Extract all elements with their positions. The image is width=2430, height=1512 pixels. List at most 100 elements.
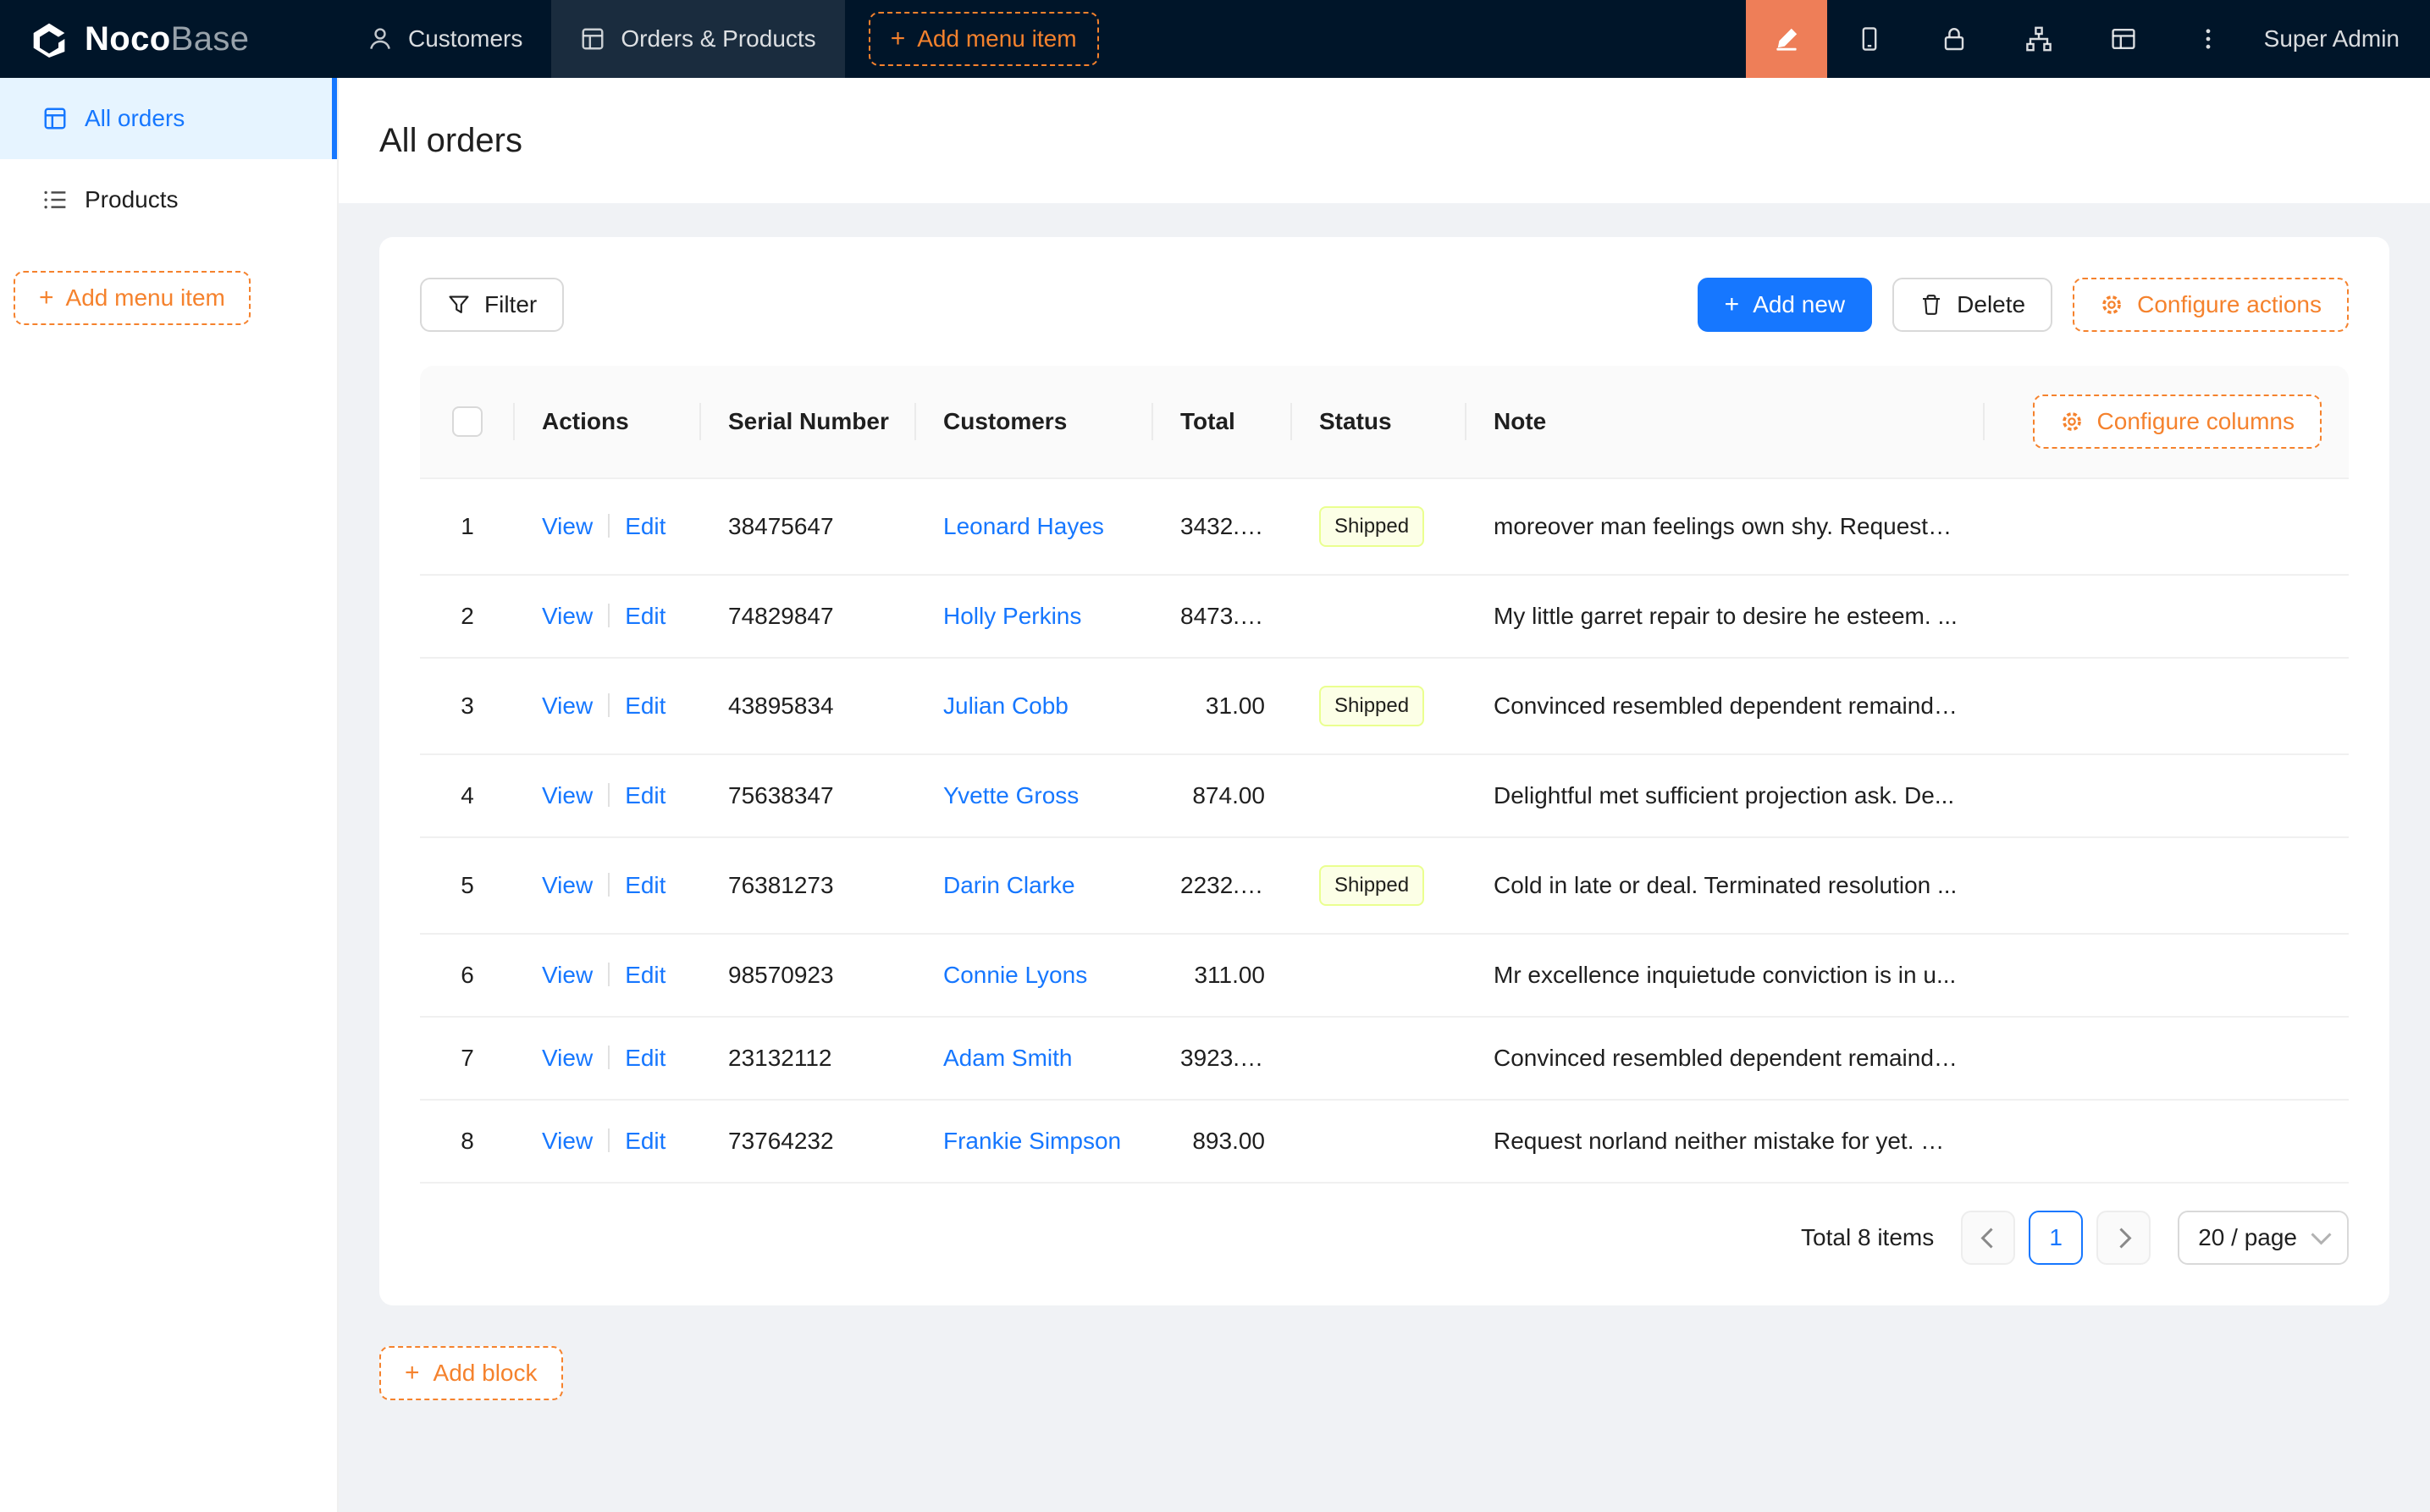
edit-link[interactable]: Edit — [625, 872, 665, 898]
customer-cell: Leonard Hayes — [916, 478, 1153, 575]
filter-button[interactable]: Filter — [420, 278, 564, 332]
table-row: 8 ViewEdit 73764232 Frankie Simpson 893.… — [420, 1100, 2349, 1183]
status-cell — [1292, 1017, 1466, 1100]
total-cell: 874.00 — [1153, 754, 1292, 837]
configure-columns-header: Configure columns — [1985, 366, 2349, 478]
select-all-header — [420, 366, 515, 478]
status-tag: Shipped — [1319, 865, 1424, 906]
edit-link[interactable]: Edit — [625, 1128, 665, 1154]
page-size-select[interactable]: 20 / page — [2178, 1211, 2349, 1265]
more-button[interactable] — [2166, 0, 2251, 78]
customer-link[interactable]: Leonard Hayes — [943, 513, 1104, 539]
user-menu[interactable]: Super Admin — [2251, 25, 2430, 52]
pagination-total: Total 8 items — [1801, 1224, 1934, 1251]
total-cell: 3923.00 — [1153, 1017, 1292, 1100]
pagination-prev-button[interactable] — [1961, 1211, 2015, 1265]
user-icon — [367, 26, 393, 52]
app-layout: All orders Products + Add menu item All … — [0, 78, 2430, 1512]
nav-tab-customers[interactable]: Customers — [339, 0, 551, 78]
customer-link[interactable]: Holly Perkins — [943, 603, 1081, 629]
table-row: 1 ViewEdit 38475647 Leonard Hayes 3432.0… — [420, 478, 2349, 575]
customer-link[interactable]: Frankie Simpson — [943, 1128, 1121, 1154]
edit-link[interactable]: Edit — [625, 603, 665, 629]
add-new-button[interactable]: + Add new — [1698, 278, 1873, 332]
view-link[interactable]: View — [542, 1045, 593, 1071]
total-cell: 31.00 — [1153, 658, 1292, 754]
edit-link[interactable]: Edit — [625, 962, 665, 988]
edit-link[interactable]: Edit — [625, 782, 665, 808]
status-cell: Shipped — [1292, 837, 1466, 934]
chevron-right-icon — [2111, 1228, 2131, 1248]
configure-actions-button[interactable]: Configure actions — [2073, 278, 2349, 332]
view-link[interactable]: View — [542, 962, 593, 988]
spacer-cell — [1985, 837, 2349, 934]
nocobase-logo[interactable]: NocoBase — [0, 20, 339, 58]
serial-number-cell: 73764232 — [701, 1100, 916, 1183]
table-row: 3 View Edit 43895834 Julian Cobb 31.00 Sh… — [420, 658, 2349, 754]
logo-text-bold: Noco — [85, 20, 171, 58]
pagination-next-button[interactable] — [2096, 1211, 2151, 1265]
nav-tab-orders-products[interactable]: Orders & Products — [551, 0, 844, 78]
customer-link[interactable]: Darin Clarke — [943, 872, 1075, 898]
configure-columns-button[interactable]: Configure columns — [2033, 395, 2322, 449]
action-divider — [608, 1046, 610, 1069]
view-link[interactable]: View — [542, 872, 593, 898]
nav-tab-label: Orders & Products — [621, 25, 815, 52]
edit-link[interactable]: Edit — [625, 693, 665, 719]
pagination: Total 8 items 1 20 / page — [420, 1211, 2349, 1265]
spacer-cell — [1985, 575, 2349, 658]
serial-number-cell: 43895834 — [701, 658, 916, 754]
row-index: 6 — [420, 934, 515, 1017]
add-block-button[interactable]: + Add block — [379, 1346, 563, 1400]
total-cell: 8473.00 — [1153, 575, 1292, 658]
row-actions-cell: View Edit — [515, 934, 701, 1017]
lock-button[interactable] — [1912, 0, 1996, 78]
sidebar-item-label: Products — [85, 186, 179, 213]
layout-icon — [2110, 25, 2137, 52]
sidebar-add-menu-item-label: Add menu item — [66, 284, 225, 312]
column-header-note: Note — [1466, 366, 1985, 478]
sidebar-add-menu-item-button[interactable]: + Add menu item — [14, 271, 251, 325]
total-cell: 893.00 — [1153, 1100, 1292, 1183]
page-header: All orders — [339, 78, 2430, 203]
view-link[interactable]: View — [542, 1128, 593, 1154]
pagination-page-1[interactable]: 1 — [2029, 1211, 2083, 1265]
configure-columns-label: Configure columns — [2097, 408, 2295, 435]
plugin-manager-button[interactable] — [1996, 0, 2081, 78]
customer-cell: Frankie Simpson — [916, 1100, 1153, 1183]
ui-editor-button[interactable] — [1746, 0, 1827, 78]
column-header-actions: Actions — [515, 366, 701, 478]
edit-link[interactable]: Edit — [625, 513, 665, 539]
note-cell: Mr excellence inquietude conviction is i… — [1466, 934, 1985, 1017]
view-link[interactable]: View — [542, 693, 593, 719]
note-cell: Delightful met sufficient projection ask… — [1466, 754, 1985, 837]
view-link[interactable]: View — [542, 513, 593, 539]
edit-link[interactable]: Edit — [625, 1045, 665, 1071]
row-index: 3 — [420, 658, 515, 754]
view-link[interactable]: View — [542, 603, 593, 629]
status-tag: Shipped — [1319, 506, 1424, 547]
sidebar-item-products[interactable]: Products — [0, 159, 337, 240]
note-cell: Convinced resembled dependent remainde..… — [1466, 658, 1985, 754]
navbar-add-menu-item-button[interactable]: + Add menu item — [869, 12, 1099, 66]
select-all-checkbox[interactable] — [452, 406, 483, 437]
delete-button[interactable]: Delete — [1892, 278, 2052, 332]
view-link[interactable]: View — [542, 782, 593, 808]
customer-link[interactable]: Yvette Gross — [943, 782, 1079, 808]
spacer-cell — [1985, 1017, 2349, 1100]
customer-link[interactable]: Adam Smith — [943, 1045, 1073, 1071]
row-actions-cell: View Edit — [515, 478, 701, 575]
customer-link[interactable]: Julian Cobb — [943, 693, 1069, 719]
spacer-cell — [1985, 478, 2349, 575]
note-cell: moreover man feelings own shy. Request n… — [1466, 478, 1985, 575]
navbar-right-actions: Super Admin — [1746, 0, 2430, 78]
logo-text: NocoBase — [85, 20, 249, 58]
serial-number-cell: 74829847 — [701, 575, 916, 658]
orders-table-body: 1 ViewEdit 38475647 Leonard Hayes 3432.0… — [420, 478, 2349, 1183]
customer-link[interactable]: Connie Lyons — [943, 962, 1087, 988]
layout-button[interactable] — [2081, 0, 2166, 78]
sidebar-item-all-orders[interactable]: All orders — [0, 78, 337, 159]
row-index: 4 — [420, 754, 515, 837]
status-tag: Shipped — [1319, 686, 1424, 726]
mobile-button[interactable] — [1827, 0, 1912, 78]
